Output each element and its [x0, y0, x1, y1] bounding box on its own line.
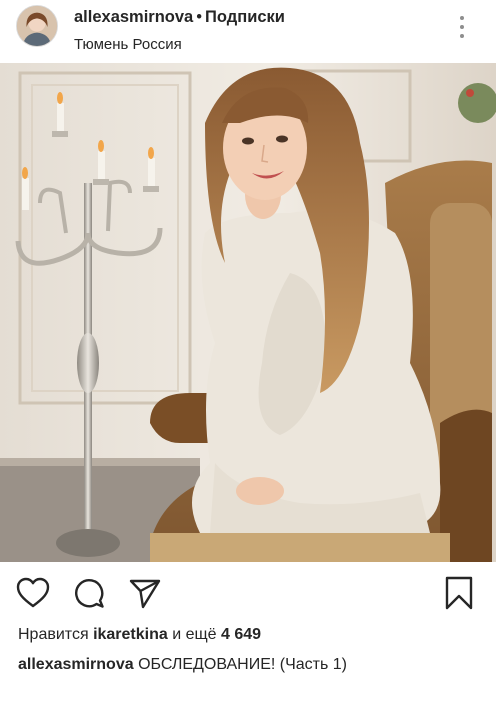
post-actions [0, 570, 496, 618]
post-location[interactable]: Тюмень Россия [74, 36, 182, 53]
more-vertical-icon[interactable] [452, 14, 472, 40]
likes-count[interactable]: 4 649 [221, 626, 261, 643]
bookmark-icon[interactable] [442, 576, 476, 610]
caption-username[interactable]: allexasmirnova [18, 656, 134, 673]
post-photo[interactable] [0, 63, 496, 562]
likes-line: Нравится ikaretkina и ещё 4 649 [18, 626, 261, 644]
post-header: allexasmirnova • Подписки Тюмень Россия [0, 0, 496, 62]
post-header-title: allexasmirnova • Подписки [74, 8, 285, 27]
heart-icon[interactable] [16, 576, 50, 610]
send-icon[interactable] [128, 576, 162, 610]
likes-middle: и ещё [172, 626, 217, 643]
comment-icon[interactable] [72, 576, 106, 610]
separator-dot: • [196, 8, 203, 26]
liker-username[interactable]: ikaretkina [93, 626, 168, 643]
likes-prefix: Нравится [18, 626, 89, 643]
caption-text: ОБСЛЕДОВАНИЕ! (Часть 1) [138, 656, 347, 673]
avatar[interactable] [16, 5, 58, 47]
following-button[interactable]: Подписки [205, 8, 285, 26]
post-caption: allexasmirnova ОБСЛЕДОВАНИЕ! (Часть 1) [18, 656, 347, 674]
post-username[interactable]: allexasmirnova [74, 8, 193, 26]
